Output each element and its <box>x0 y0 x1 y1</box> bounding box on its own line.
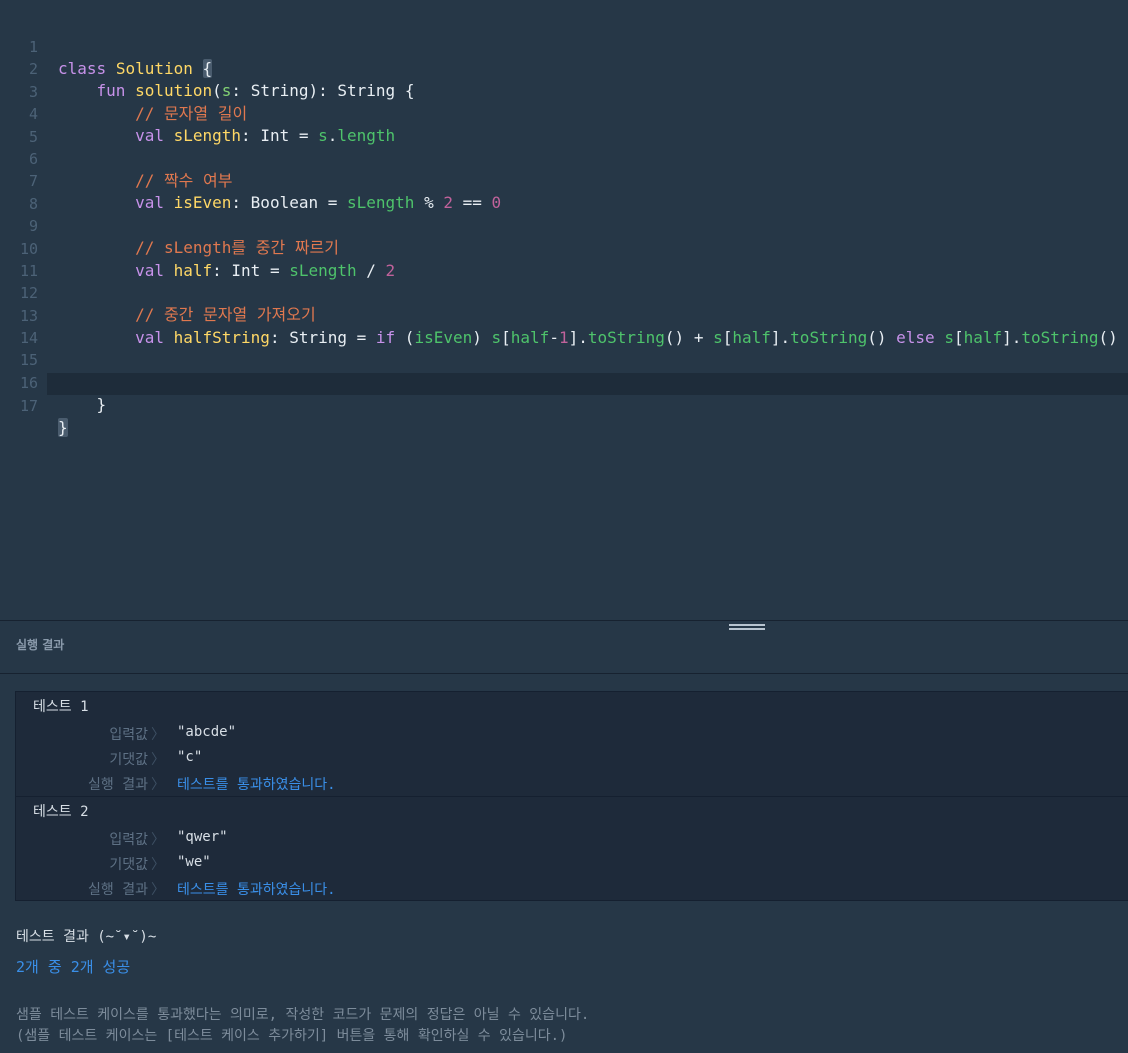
test-case-1: 테스트 1 입력값 〉 "abcde" 기댓값 〉 "c" 실행 결과 〉 테스… <box>16 692 1128 796</box>
input-value: "abcde" <box>177 724 237 740</box>
code-line[interactable]: 4 val sLength: Int = s.length <box>0 81 1128 145</box>
chevron-right-icon: 〉 <box>151 857 165 873</box>
input-row: 입력값 〉 "qwer" <box>16 829 1128 849</box>
grip-line-icon <box>729 628 765 630</box>
code-editor[interactable]: 1 class Solution { 2 fun solution(s: Str… <box>0 0 1128 620</box>
test-case-2: 테스트 2 입력값 〉 "qwer" 기댓값 〉 "we" 실행 결과 〉 테스… <box>16 796 1128 901</box>
code-line[interactable]: 12 // 중간 문자열 가져오기 <box>0 260 1128 324</box>
code-line[interactable]: 14 <box>0 305 1128 347</box>
input-row: 입력값 〉 "abcde" <box>16 724 1128 744</box>
sample-note-hint: (샘플 테스트 케이스는 [테스트 케이스 추가하기] 버튼을 통해 확인하실 … <box>16 1028 568 1044</box>
code-line[interactable]: 2 fun solution(s: String): String { <box>0 36 1128 100</box>
panel-title: 실행 결과 <box>16 638 65 652</box>
code-line[interactable]: 9 // sLength를 중간 짜르기 <box>0 193 1128 257</box>
chevron-right-icon: 〉 <box>151 832 165 848</box>
result-value: 테스트를 통과하였습니다. <box>177 882 336 898</box>
code-line[interactable]: 3 // 문자열 길이 <box>0 59 1128 123</box>
result-label: 실행 결과 <box>88 882 148 898</box>
input-label: 입력값 <box>109 832 148 848</box>
code-line[interactable]: 8 <box>0 171 1128 213</box>
result-row: 실행 결과 〉 테스트를 통과하였습니다. <box>16 879 1128 899</box>
result-value: 테스트를 통과하였습니다. <box>177 777 336 793</box>
expected-value: "we" <box>177 854 211 870</box>
code-line[interactable]: 7 val isEven: Boolean = sLength % 2 == 0 <box>0 148 1128 212</box>
test-title: 테스트 1 <box>33 699 89 715</box>
panel-divider <box>0 620 1128 621</box>
chevron-right-icon: 〉 <box>151 752 165 768</box>
code-line[interactable]: 11 <box>0 238 1128 280</box>
expected-row: 기댓값 〉 "we" <box>16 854 1128 874</box>
expected-label: 기댓값 <box>109 857 148 873</box>
code-line-active[interactable]: 17 } <box>20 373 1128 437</box>
input-value: "qwer" <box>177 829 228 845</box>
test-title: 테스트 2 <box>33 804 89 820</box>
code-line[interactable]: 16 } <box>0 350 1128 414</box>
chevron-right-icon: 〉 <box>151 882 165 898</box>
code-line[interactable]: 1 class Solution { <box>0 14 1128 78</box>
grip-line-icon <box>729 624 765 626</box>
result-label: 실행 결과 <box>88 777 148 793</box>
code-line[interactable]: 15 return halfString <box>0 327 1128 391</box>
test-results-box: 테스트 1 입력값 〉 "abcde" 기댓값 〉 "c" 실행 결과 〉 테스… <box>15 691 1128 901</box>
expected-value: "c" <box>177 749 203 765</box>
sample-note: 샘플 테스트 케이스를 통과했다는 의미로, 작성한 코드가 문제의 정답은 아… <box>16 1007 590 1023</box>
expected-label: 기댓값 <box>109 752 148 768</box>
chevron-right-icon: 〉 <box>151 727 165 743</box>
code-line[interactable]: 5 <box>0 104 1128 146</box>
summary-result: 2개 중 2개 성공 <box>16 958 131 976</box>
code-line[interactable]: 13 val halfString: String = if (isEven) … <box>0 283 1128 347</box>
chevron-right-icon: 〉 <box>151 777 165 793</box>
code-text[interactable]: } <box>58 417 68 439</box>
expected-row: 기댓값 〉 "c" <box>16 749 1128 769</box>
line-number: 16 <box>19 374 38 392</box>
result-row: 실행 결과 〉 테스트를 통과하였습니다. <box>16 774 1128 794</box>
input-label: 입력값 <box>109 727 148 743</box>
code-line[interactable]: 6 // 짝수 여부 <box>0 126 1128 190</box>
summary-title: 테스트 결과 (~˘▾˘)~ <box>16 929 157 945</box>
code-line[interactable]: 10 val half: Int = sLength / 2 <box>0 216 1128 280</box>
line-number: 17 <box>19 397 38 415</box>
resize-handle[interactable] <box>729 624 765 633</box>
panel-separator <box>0 673 1128 674</box>
